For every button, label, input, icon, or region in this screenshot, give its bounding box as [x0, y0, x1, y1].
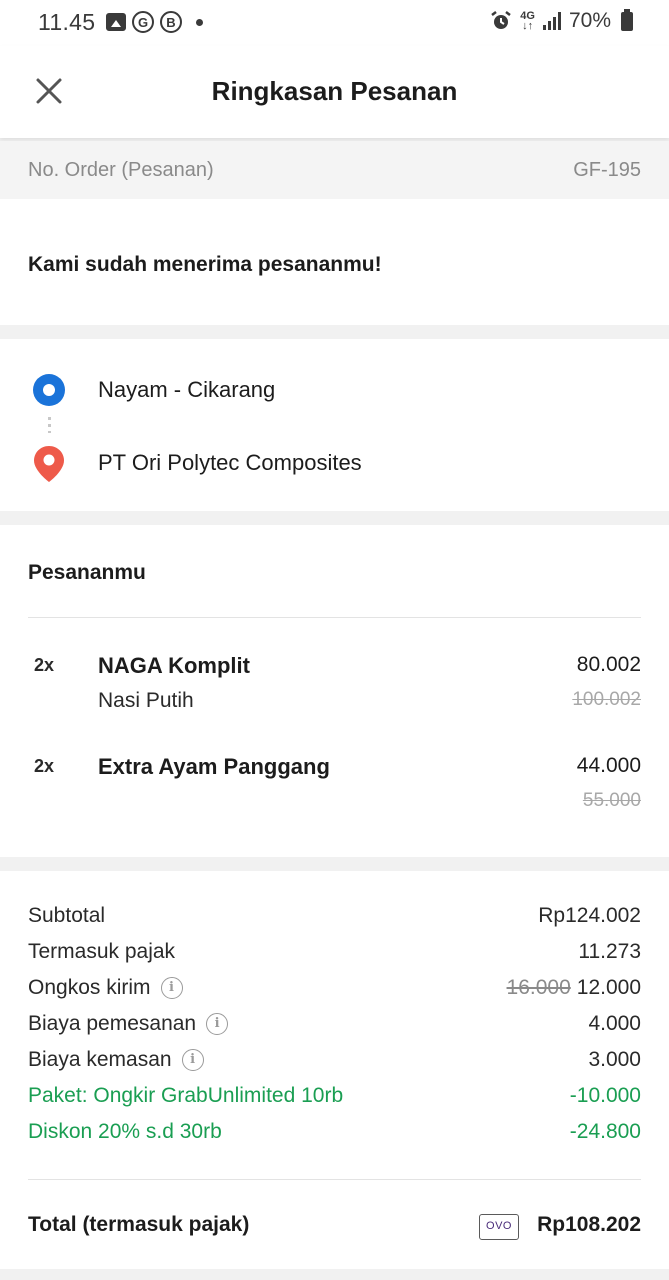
- signal-icon: [542, 12, 561, 30]
- destination-pin-icon: [34, 446, 64, 482]
- battery-icon: [621, 8, 633, 31]
- confirmation-card: Kami sudah menerima pesananmu!: [0, 199, 669, 325]
- network-type-icon: 4G ↓↑: [520, 10, 535, 32]
- status-bar: 11.45 G B 4G ↓↑ 70%: [0, 0, 669, 46]
- system-icons: 4G ↓↑ 70%: [490, 8, 633, 33]
- info-icon[interactable]: i: [206, 1013, 229, 1035]
- total-row: Total (termasuk pajak) OVO Rp108.202: [28, 1213, 641, 1243]
- notification-icons: G B: [106, 11, 203, 33]
- subtotal-row: Subtotal Rp124.002: [28, 904, 641, 934]
- item-name: NAGA Komplit: [98, 653, 250, 678]
- discount-label: Diskon 20% s.d 30rb: [28, 1120, 222, 1143]
- order-items-card: Pesananmu 2x NAGA Komplit Nasi Putih 80.…: [0, 525, 669, 857]
- package-discount-label: Paket: Ongkir GrabUnlimited 10rb: [28, 1084, 344, 1107]
- alarm-icon: [491, 11, 512, 29]
- delivery-fee-row: Ongkos kirim i 16.000 12.000: [28, 976, 641, 1006]
- info-icon[interactable]: i: [160, 977, 183, 999]
- battery-percent: 70%: [568, 9, 611, 32]
- image-notification-icon: [106, 13, 126, 31]
- b-notification-icon: B: [160, 11, 182, 33]
- payment-summary-card: Subtotal Rp124.002 Termasuk pajak 11.273…: [0, 871, 669, 1269]
- package-discount-value: -10.000: [569, 1084, 641, 1107]
- delivery-fee-value: 12.000: [576, 976, 641, 999]
- app-header: Ringkasan Pesanan: [0, 46, 669, 138]
- route-connector: [48, 417, 51, 433]
- more-notifications-icon: [196, 18, 203, 26]
- list-item: 2x NAGA Komplit Nasi Putih 80.002 100.00…: [0, 653, 669, 733]
- ovo-payment-icon: OVO: [479, 1214, 519, 1240]
- info-icon[interactable]: i: [181, 1049, 204, 1071]
- page-title: Ringkasan Pesanan: [211, 76, 458, 106]
- item-note: Nasi Putih: [98, 689, 194, 712]
- tax-row: Termasuk pajak 11.273: [28, 940, 641, 970]
- item-name: Extra Ayam Panggang: [98, 754, 330, 779]
- item-quantity: 2x: [34, 655, 55, 675]
- google-notification-icon: G: [132, 11, 154, 33]
- divider: [28, 1179, 641, 1180]
- package-discount-row: Paket: Ongkir GrabUnlimited 10rb -10.000: [28, 1084, 641, 1114]
- subtotal-label: Subtotal: [28, 904, 106, 927]
- discount-row: Diskon 20% s.d 30rb -24.800: [28, 1120, 641, 1150]
- discount-value: -24.800: [569, 1120, 641, 1143]
- item-price: 80.002: [576, 653, 641, 676]
- route-card: Nayam - Cikarang PT Ori Polytec Composit…: [0, 339, 669, 511]
- packaging-fee-value: 3.000: [588, 1048, 641, 1071]
- order-number-value: GF-195: [573, 159, 641, 181]
- tax-label: Termasuk pajak: [28, 940, 176, 963]
- subtotal-value: Rp124.002: [538, 904, 641, 927]
- item-quantity: 2x: [34, 756, 55, 776]
- packaging-fee-label: Biaya kemasan: [28, 1048, 172, 1071]
- divider: [28, 617, 641, 618]
- status-time: 11.45: [38, 9, 96, 35]
- packaging-fee-row: Biaya kemasan i 3.000: [28, 1048, 641, 1078]
- item-original-price: 100.002: [572, 689, 641, 710]
- tax-value: 11.273: [578, 940, 641, 963]
- confirmation-message: Kami sudah menerima pesananmu!: [28, 253, 382, 276]
- restaurant-name: Nayam - Cikarang: [98, 377, 276, 402]
- item-price: 44.000: [576, 754, 641, 777]
- order-number-label: No. Order (Pesanan): [28, 159, 214, 181]
- order-fee-value: 4.000: [588, 1012, 641, 1035]
- origin-pin-icon: [33, 374, 65, 406]
- items-section-title: Pesananmu: [28, 561, 146, 584]
- item-original-price: 55.000: [582, 790, 641, 811]
- order-fee-label: Biaya pemesanan: [28, 1012, 197, 1035]
- order-fee-row: Biaya pemesanan i 4.000: [28, 1012, 641, 1042]
- order-number-bar: No. Order (Pesanan) GF-195: [0, 141, 669, 199]
- list-item: 2x Extra Ayam Panggang 44.000 55.000: [0, 754, 669, 834]
- delivery-fee-original: 16.000: [506, 976, 571, 999]
- total-label: Total (termasuk pajak): [28, 1213, 250, 1236]
- total-value: Rp108.202: [537, 1213, 641, 1236]
- delivery-fee-label: Ongkos kirim: [28, 976, 151, 999]
- delivery-address: PT Ori Polytec Composites: [98, 450, 362, 475]
